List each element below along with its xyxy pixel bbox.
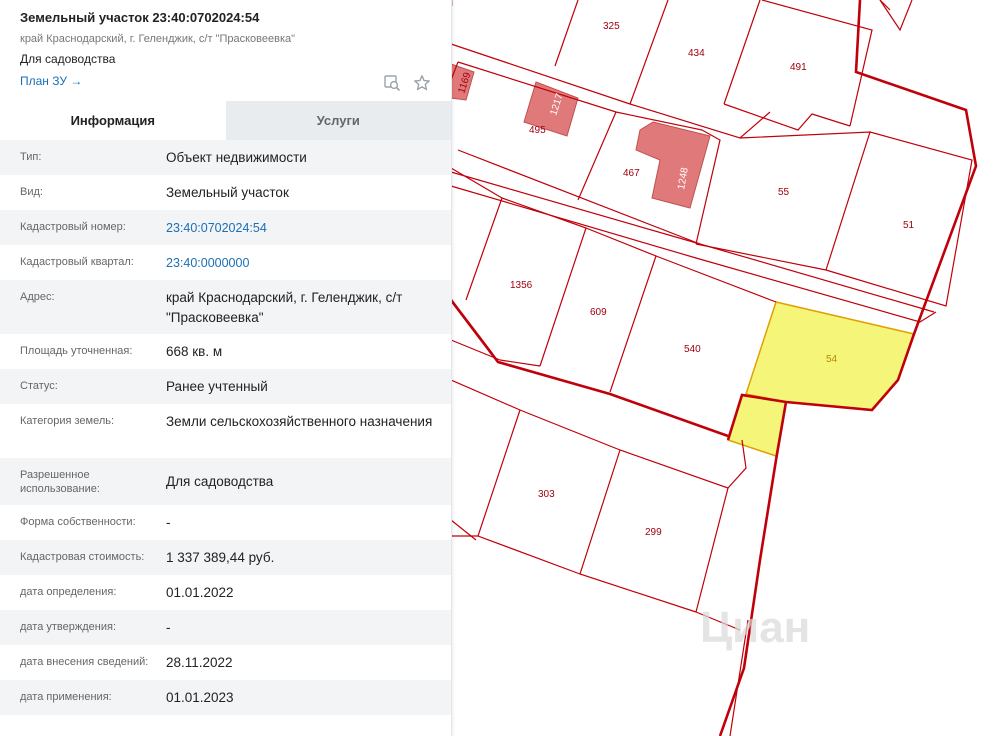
page-title: Земельный участок 23:40:0702024:54 <box>20 10 260 25</box>
parcel-label-51[interactable]: 51 <box>903 220 915 231</box>
parcel-label-1356[interactable]: 1356 <box>510 280 533 291</box>
cadastral-number-link[interactable]: 23:40:0702024:54 <box>166 210 451 238</box>
info-row-application-date: дата применения: 01.01.2023 <box>0 680 451 715</box>
row-label: дата утверждения: <box>20 621 117 633</box>
plan-link[interactable]: План ЗУ → <box>20 73 82 89</box>
info-row-cadastral-quarter: Кадастровый квартал: 23:40:0000000 <box>0 245 451 280</box>
panel-header: Земельный участок 23:40:0702024:54 край … <box>0 0 451 95</box>
info-panel: Земельный участок 23:40:0702024:54 край … <box>0 0 452 736</box>
row-label: дата применения: <box>20 691 112 703</box>
star-icon[interactable] <box>413 74 431 92</box>
info-row-address: Адрес: край Краснодарский, г. Геленджик, … <box>0 280 451 334</box>
info-row-status: Статус: Ранее учтенный <box>0 369 451 404</box>
row-value: - <box>166 620 171 635</box>
row-label: дата внесения сведений: <box>20 656 149 668</box>
info-row-ownership: Форма собственности: - <box>0 505 451 540</box>
row-value: 28.11.2022 <box>166 655 233 670</box>
row-value: Земельный участок <box>166 185 289 200</box>
parcel-label-55[interactable]: 55 <box>778 187 790 198</box>
parcel-label-467[interactable]: 467 <box>623 168 640 179</box>
row-label: Категория земель: <box>20 415 115 427</box>
row-value: 668 кв. м <box>166 344 223 359</box>
info-row-cadastral-number: Кадастровый номер: 23:40:0702024:54 <box>0 210 451 245</box>
parcel-label-540[interactable]: 540 <box>684 344 701 355</box>
row-value: - <box>166 515 171 530</box>
info-row-cadastral-cost: Кадастровая стоимость: 1 337 389,44 руб. <box>0 540 451 575</box>
info-row-type: Тип: Объект недвижимости <box>0 140 451 175</box>
parcel-label-609[interactable]: 609 <box>590 307 607 318</box>
parcel-label-491[interactable]: 491 <box>790 62 807 73</box>
row-label: Площадь уточненная: <box>20 345 133 357</box>
row-label: Кадастровая стоимость: <box>20 551 145 563</box>
tab-services[interactable]: Услуги <box>225 101 451 140</box>
info-row-area: Площадь уточненная: 668 кв. м <box>0 334 451 369</box>
row-value: Для садоводства <box>166 474 274 489</box>
row-label: Статус: <box>20 380 58 392</box>
row-label: Адрес: <box>20 291 55 303</box>
row-label: Форма собственности: <box>20 516 136 528</box>
row-label: дата определения: <box>20 586 117 598</box>
info-row-entry-date: дата внесения сведений: 28.11.2022 <box>0 645 451 680</box>
row-value: 01.01.2023 <box>166 690 234 705</box>
info-row-approval-date: дата утверждения: - <box>0 610 451 645</box>
row-value: Земли сельскохозяйственного назначения <box>166 414 433 429</box>
row-label: Разрешенное использование: <box>20 469 100 495</box>
parcel-label-54[interactable]: 54 <box>826 354 838 365</box>
info-row-determination-date: дата определения: 01.01.2022 <box>0 575 451 610</box>
row-label: Кадастровый квартал: <box>20 256 134 268</box>
parcel-label-495[interactable]: 495 <box>529 125 546 136</box>
parcel-label-434[interactable]: 434 <box>688 48 705 59</box>
row-value: Объект недвижимости <box>166 150 307 165</box>
header-address: край Краснодарский, г. Геленджик, с/т "П… <box>20 33 296 45</box>
row-label: Кадастровый номер: <box>20 221 126 233</box>
cadastral-quarter-link[interactable]: 23:40:0000000 <box>166 245 451 273</box>
watermark-text: Циан <box>700 603 810 652</box>
row-label: Тип: <box>20 151 42 163</box>
map-search-icon[interactable] <box>383 74 401 92</box>
row-label: Вид: <box>20 186 43 198</box>
tab-information[interactable]: Информация <box>0 101 226 140</box>
row-value: Ранее учтенный <box>166 379 268 394</box>
info-row-kind: Вид: Земельный участок <box>0 175 451 210</box>
row-value: край Краснодарский, г. Геленджик, с/т "П… <box>166 290 403 325</box>
parcel-label-303[interactable]: 303 <box>538 489 555 500</box>
header-purpose: Для садоводства <box>20 52 116 66</box>
row-value: 1 337 389,44 руб. <box>166 550 275 565</box>
info-row-permitted-use: Разрешенное использование: Для садоводств… <box>0 458 451 505</box>
row-value: 01.01.2022 <box>166 585 234 600</box>
parcel-label-325[interactable]: 325 <box>603 21 620 32</box>
parcel-label-299[interactable]: 299 <box>645 527 662 538</box>
info-table: Тип: Объект недвижимости Вид: Земельный уч… <box>0 140 451 715</box>
tab-bar: Информация Услуги <box>0 101 451 140</box>
info-row-land-category: Категория земель: Земли сельскохозяйствен… <box>0 404 451 458</box>
